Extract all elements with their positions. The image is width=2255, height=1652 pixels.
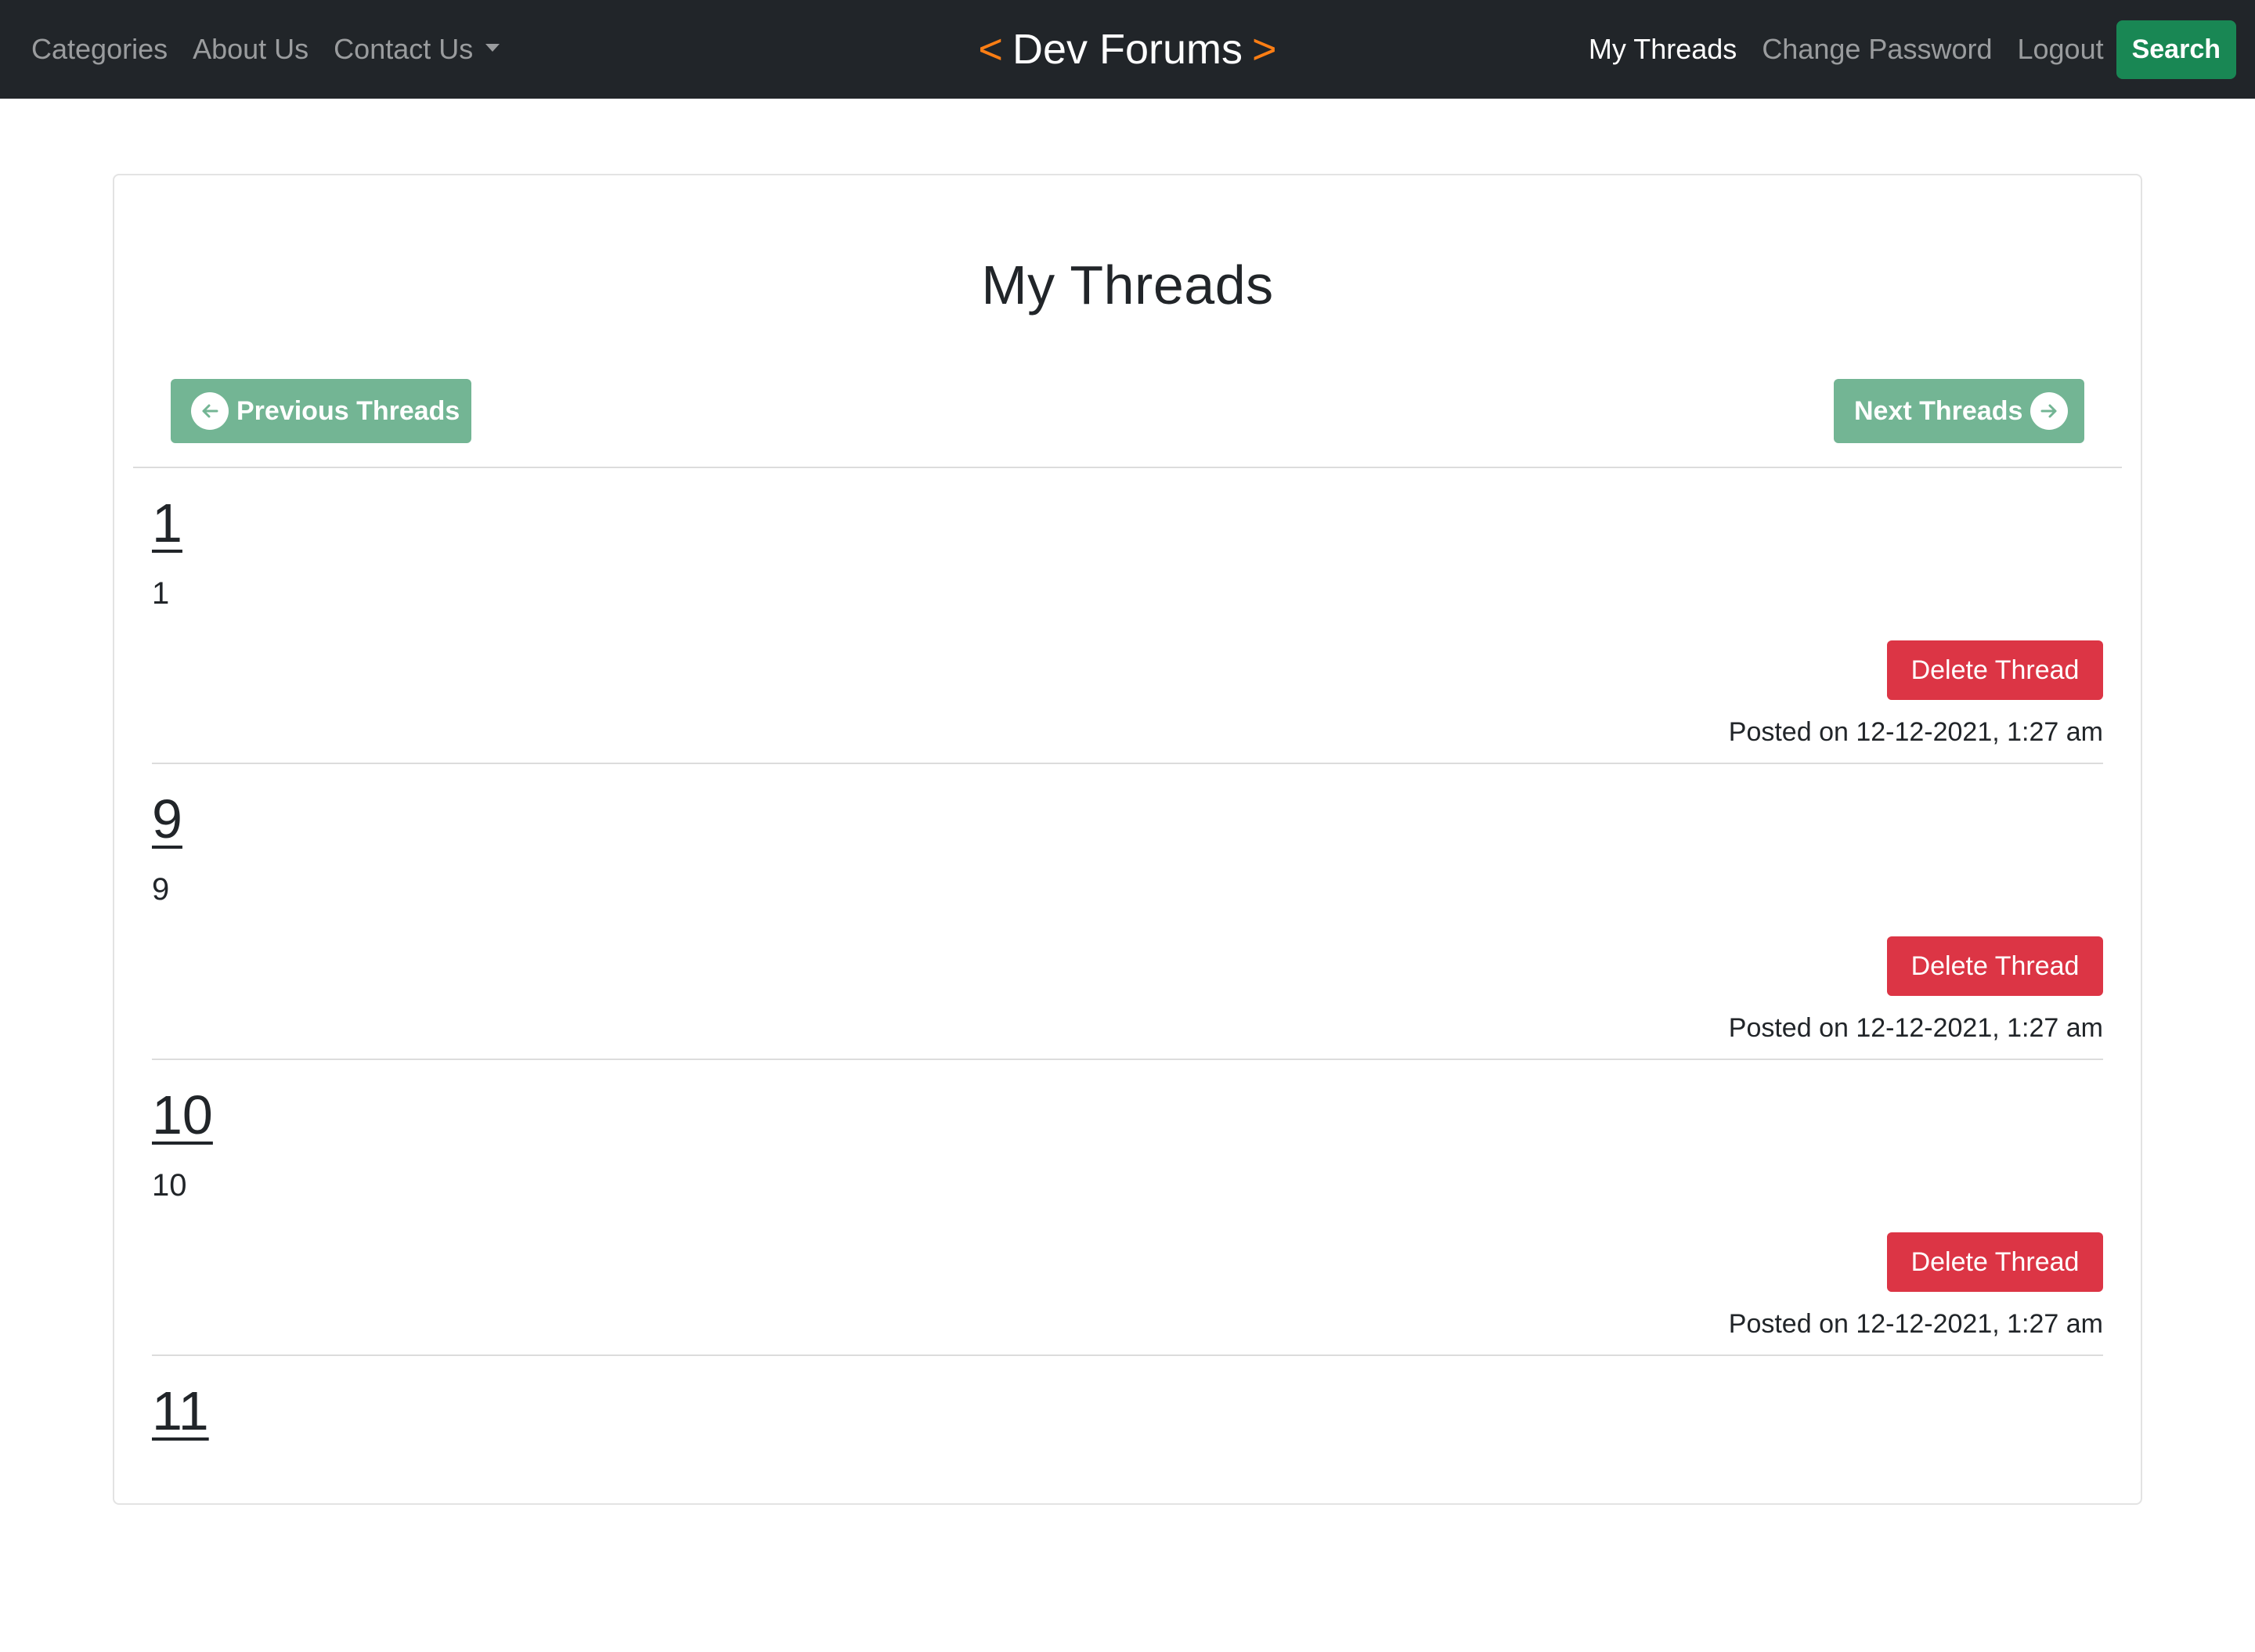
thread-description: 1	[152, 576, 170, 611]
caret-down-icon	[485, 44, 500, 52]
nav-contact-us-dropdown[interactable]: Contact Us	[334, 33, 500, 66]
thread-item: 10 10 Delete Thread Posted on 12-12-2021…	[152, 1060, 2103, 1356]
brand-link[interactable]: < Dev Forums >	[969, 25, 1286, 74]
next-threads-button[interactable]: Next Threads	[1834, 379, 2084, 443]
previous-threads-label: Previous Threads	[236, 395, 460, 426]
search-button[interactable]: Search	[2116, 20, 2236, 79]
previous-threads-button[interactable]: Previous Threads	[171, 379, 471, 443]
thread-title-link[interactable]: 10	[152, 1084, 213, 1146]
nav-left: Categories About Us Contact Us	[31, 0, 525, 99]
posted-timestamp: Posted on 12-12-2021, 1:27 am	[1728, 1309, 2103, 1339]
thread-title-link[interactable]: 11	[152, 1380, 209, 1442]
navbar: Categories About Us Contact Us < Dev For…	[0, 0, 2255, 99]
delete-thread-button[interactable]: Delete Thread	[1887, 1232, 2103, 1292]
thread-description: 9	[152, 872, 170, 907]
delete-thread-button[interactable]: Delete Thread	[1887, 936, 2103, 996]
delete-thread-button[interactable]: Delete Thread	[1887, 640, 2103, 700]
arrow-right-circle-icon	[2030, 392, 2069, 430]
nav-contact-us-label: Contact Us	[334, 33, 474, 65]
next-threads-label: Next Threads	[1854, 395, 2023, 426]
thread-description: 10	[152, 1168, 187, 1203]
nav-categories[interactable]: Categories	[31, 33, 168, 66]
nav-right: My Threads Change Password Logout Search	[1564, 0, 2236, 99]
brand-text: Dev Forums	[1012, 26, 1243, 73]
brand-open-bracket: <	[978, 26, 1003, 73]
page-title: My Threads	[981, 254, 1274, 316]
thread-item: 9 9 Delete Thread Posted on 12-12-2021, …	[152, 764, 2103, 1060]
nav-change-password[interactable]: Change Password	[1762, 33, 1992, 66]
posted-timestamp: Posted on 12-12-2021, 1:27 am	[1728, 717, 2103, 747]
nav-logout[interactable]: Logout	[2017, 33, 2103, 66]
nav-about-us[interactable]: About Us	[193, 33, 308, 66]
thread-title-link[interactable]: 1	[152, 492, 182, 554]
brand-close-bracket: >	[1252, 26, 1277, 73]
thread-item: 11	[152, 1356, 2103, 1652]
threads-card: My Threads Previous Threads Next Threads…	[113, 174, 2142, 1505]
posted-timestamp: Posted on 12-12-2021, 1:27 am	[1728, 1013, 2103, 1043]
thread-item: 1 1 Delete Thread Posted on 12-12-2021, …	[152, 468, 2103, 764]
arrow-left-circle-icon	[191, 392, 229, 430]
nav-my-threads[interactable]: My Threads	[1589, 33, 1737, 66]
thread-title-link[interactable]: 9	[152, 788, 182, 850]
